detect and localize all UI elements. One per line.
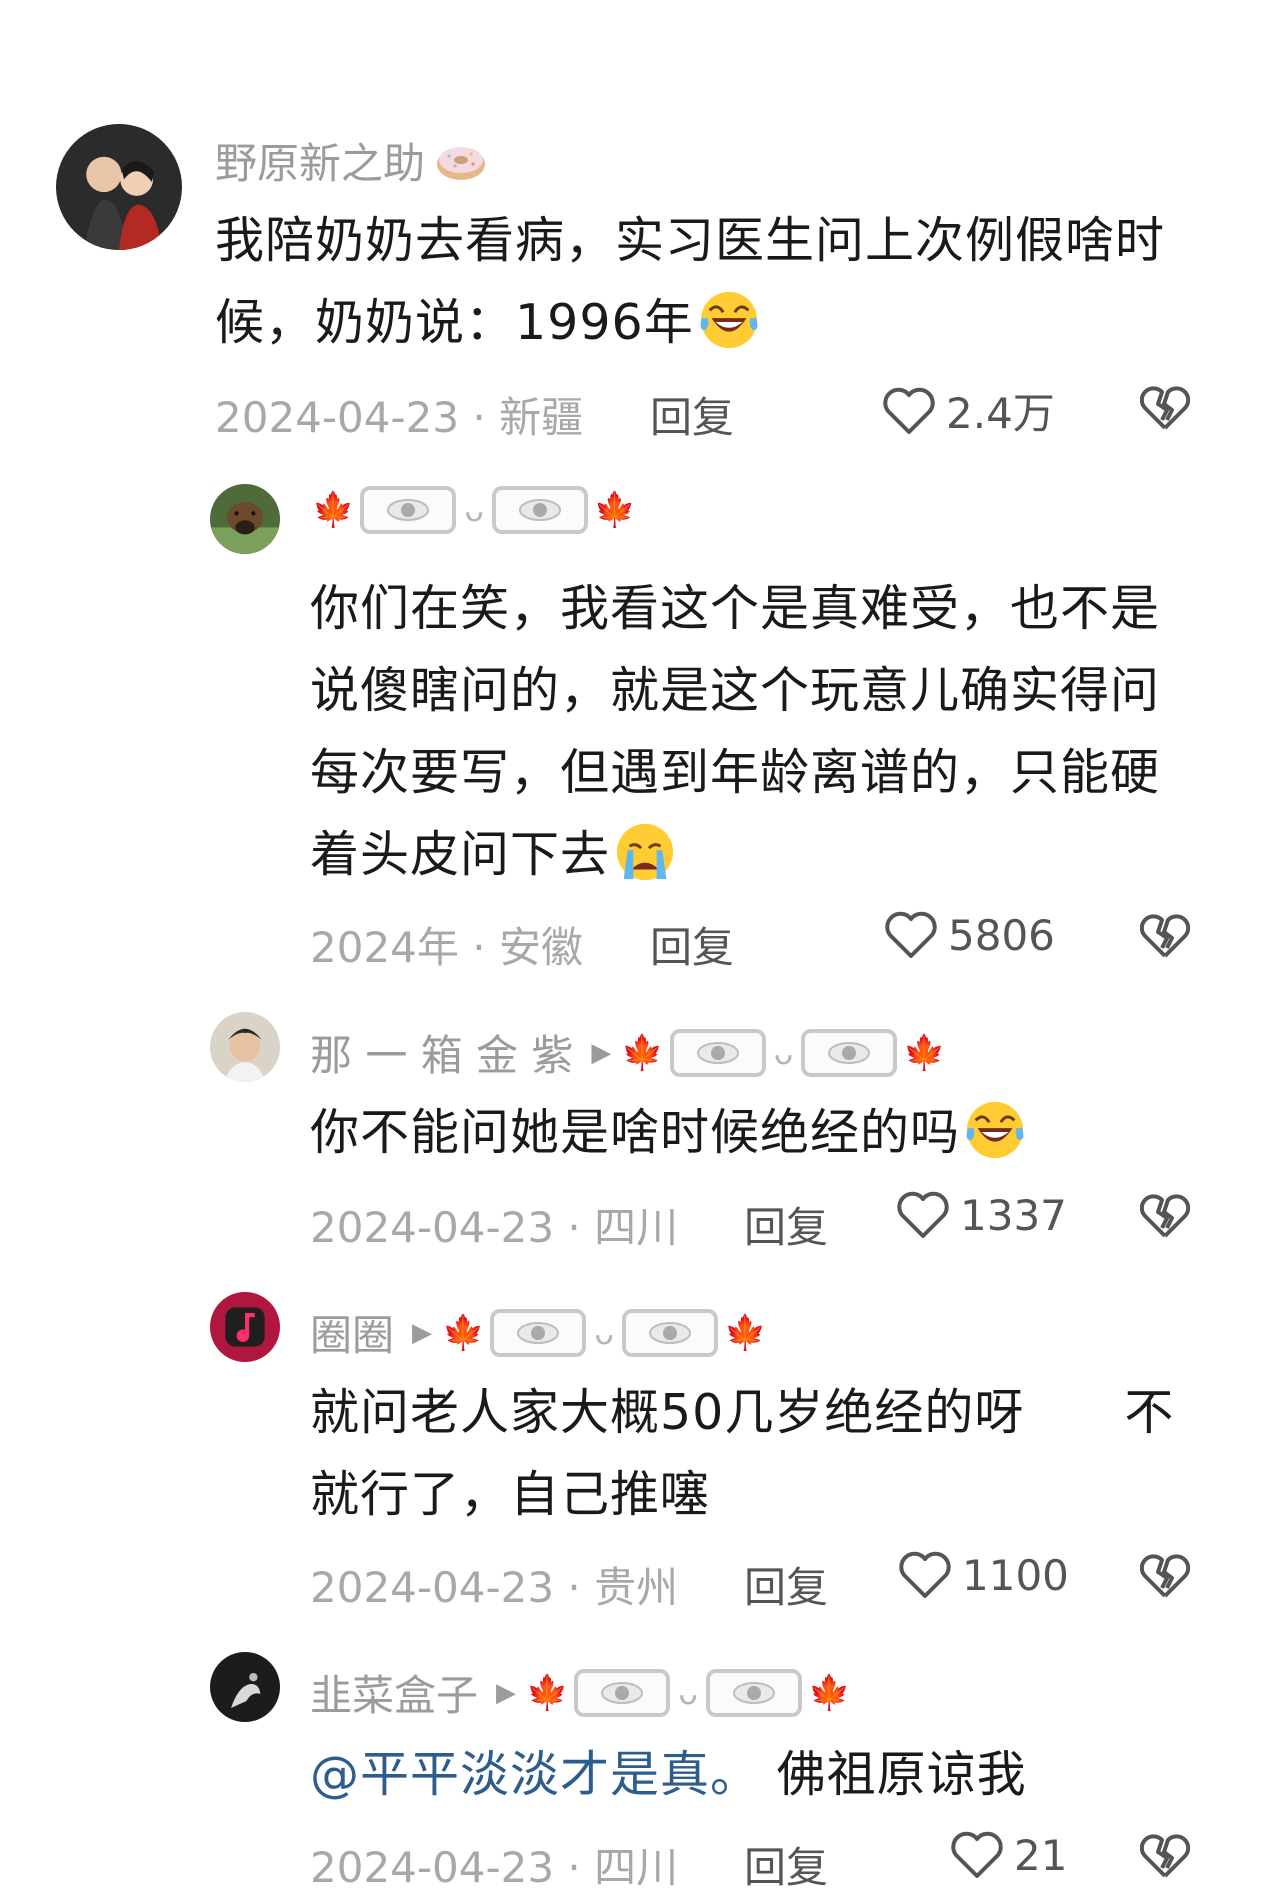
reply-button[interactable]: 回复 — [744, 1194, 828, 1255]
comment-text: 你们在笑，我看这个是真难受，也不是 说傻瞎问的，就是这个玩意儿确实得问 每次要写… — [310, 580, 1161, 883]
username-decoration[interactable]: 🍁 ᴗ 🍁 — [442, 1308, 767, 1357]
eye-icon — [490, 1308, 587, 1357]
nose-glyph: ᴗ — [678, 1673, 698, 1712]
eye-icon — [705, 1668, 802, 1717]
eye-icon — [669, 1028, 766, 1077]
username-decoration[interactable]: 🍁 ᴗ 🍁 — [621, 1028, 946, 1077]
comment-meta: 2024-04-23 · 四川 — [310, 1203, 679, 1252]
maple-leaf-icon: 🍁 — [807, 1672, 851, 1713]
maple-leaf-icon: 🍁 — [903, 1032, 946, 1073]
like-count: 2.4万 — [946, 389, 1055, 438]
avatar[interactable] — [210, 1652, 280, 1722]
username-decoration[interactable]: 🍁 ᴗ 🍁 — [312, 486, 636, 534]
broken-heart-icon[interactable] — [1140, 1552, 1190, 1600]
eye-icon — [491, 486, 588, 534]
broken-heart-icon[interactable] — [1140, 1832, 1190, 1880]
comment-text: @平平淡淡才是真。 佛祖原谅我 — [310, 1746, 1027, 1803]
heart-icon — [885, 911, 937, 958]
broken-heart-icon[interactable] — [1140, 912, 1190, 960]
avatar[interactable] — [210, 1292, 280, 1362]
like-button[interactable]: 1100 — [898, 1550, 1069, 1600]
maple-leaf-icon: 🍁 — [621, 1032, 664, 1073]
nose-glyph: ᴗ — [464, 491, 484, 529]
comment-meta: 2024-04-23 · 四川 — [310, 1843, 679, 1892]
comment-text: 我陪奶奶去看病，实习医生问上次例假啥时 候，奶奶说：1996年 — [215, 212, 1166, 351]
username-decoration[interactable]: 🍁 ᴗ 🍁 — [526, 1668, 851, 1717]
heart-icon — [883, 387, 935, 434]
mention-link[interactable]: @平平淡淡才是真。 — [310, 1746, 760, 1803]
heart-icon — [899, 1551, 951, 1598]
comment-text: 就问老人家大概50几岁绝经的呀 不 就行了，自己推噻 — [310, 1384, 1175, 1523]
nose-glyph: ᴗ — [594, 1313, 614, 1352]
maple-leaf-icon: 🍁 — [723, 1312, 767, 1353]
comment-meta: 2024-04-23 · 贵州 — [310, 1563, 679, 1612]
username[interactable]: 圈圈 — [310, 1302, 394, 1363]
crying-emoji — [616, 823, 674, 881]
eye-icon — [360, 486, 457, 534]
eye-icon — [801, 1028, 898, 1077]
comment-text: 你不能问她是啥时候绝经的吗 — [310, 1092, 1240, 1174]
maple-leaf-icon: 🍁 — [526, 1672, 569, 1713]
laugh-cry-emoji — [700, 291, 758, 349]
reply-arrow-icon: ▶ — [591, 1037, 612, 1068]
avatar[interactable] — [210, 484, 280, 554]
donut-icon — [435, 140, 487, 182]
reply-button[interactable]: 回复 — [650, 914, 734, 975]
eye-icon — [574, 1668, 671, 1717]
reply-button[interactable]: 回复 — [744, 1834, 828, 1895]
maple-leaf-icon: 🍁 — [593, 490, 637, 530]
laugh-cry-emoji — [966, 1101, 1024, 1159]
heart-icon — [897, 1191, 949, 1238]
reply-button[interactable]: 回复 — [744, 1554, 828, 1615]
broken-heart-icon[interactable] — [1140, 1192, 1190, 1240]
eye-icon — [621, 1308, 718, 1357]
maple-leaf-icon: 🍁 — [312, 490, 355, 530]
maple-leaf-icon: 🍁 — [442, 1312, 485, 1353]
avatar[interactable] — [210, 1012, 280, 1082]
like-button[interactable]: 21 — [950, 1830, 1067, 1880]
username[interactable]: 野原新之助 — [215, 130, 425, 191]
avatar[interactable] — [56, 124, 182, 250]
like-button[interactable]: 1337 — [896, 1190, 1067, 1240]
username[interactable]: 韭菜盒子 — [310, 1662, 478, 1723]
username[interactable]: 那 一 箱 金 紫 — [310, 1022, 573, 1083]
like-count: 1337 — [960, 1190, 1067, 1240]
reply-button[interactable]: 回复 — [650, 384, 734, 445]
nose-glyph: ᴗ — [773, 1033, 794, 1072]
comment-meta: 2024-04-23 · 新疆 — [215, 393, 584, 442]
broken-heart-icon[interactable] — [1140, 384, 1190, 432]
like-button[interactable]: 5806 — [884, 910, 1055, 960]
heart-icon — [951, 1831, 1003, 1878]
like-count: 1100 — [962, 1550, 1069, 1600]
like-button[interactable]: 2.4万 — [882, 380, 1055, 441]
reply-arrow-icon: ▶ — [412, 1317, 433, 1348]
reply-arrow-icon: ▶ — [496, 1677, 517, 1708]
comment-meta: 2024年 · 安徽 — [310, 923, 583, 972]
like-count: 21 — [1014, 1830, 1068, 1880]
like-count: 5806 — [948, 910, 1055, 960]
